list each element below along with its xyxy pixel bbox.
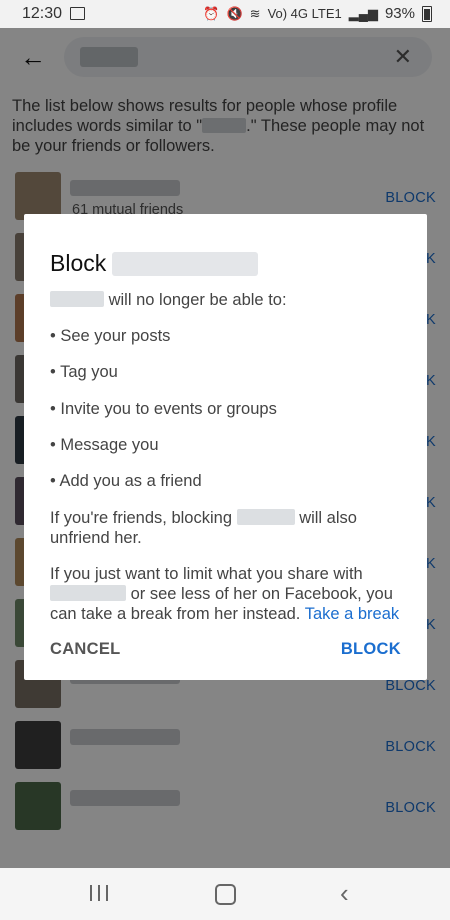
cancel-button[interactable]: CANCEL (50, 640, 121, 659)
bullet-tag-you: • Tag you (50, 363, 118, 381)
block-confirmation-dialog: Block will no longer be able to: • See y… (24, 214, 427, 680)
mute-icon: 🔇 (226, 5, 243, 21)
bullet-see-posts: • See your posts (50, 327, 171, 345)
redacted-name (112, 251, 259, 276)
battery-percent: 93% (384, 5, 415, 22)
take-break-notice: If you just want to limit what you share… (50, 564, 402, 624)
dialog-title-text: Block (50, 250, 107, 276)
unfriend-notice: If you're friends, blocking will also un… (50, 508, 402, 548)
limit-text-start: If you just want to limit what you share… (50, 565, 363, 583)
unfriend-text-start: If you're friends, blocking (50, 509, 232, 527)
status-bar: 12:30 ⏰ 🔇 ≋ Vo) 4G LTE1 ▂▄▆ 93% (0, 0, 450, 28)
wifi-icon: ≋ (249, 5, 261, 21)
dialog-lead-text: will no longer be able to: (108, 291, 287, 309)
picture-notification-icon (70, 7, 85, 20)
dialog-title: Block (50, 250, 259, 277)
status-time: 12:30 (22, 5, 63, 22)
signal-icon: ▂▄▆ (348, 5, 378, 21)
bullet-invite: • Invite you to events or groups (50, 400, 277, 418)
recent-apps-icon[interactable] (90, 885, 108, 901)
bullet-add-friend: • Add you as a friend (50, 472, 202, 490)
confirm-block-button[interactable]: BLOCK (341, 640, 401, 659)
redacted-name (236, 509, 295, 525)
redacted-name (50, 585, 126, 601)
take-a-break-link[interactable]: Take a break (305, 605, 399, 623)
dialog-lead: will no longer be able to: (50, 290, 402, 310)
alarm-icon: ⏰ (203, 5, 220, 21)
battery-icon (422, 5, 432, 22)
network-label: Vo) 4G LTE1 (267, 6, 342, 21)
home-icon[interactable] (215, 884, 236, 905)
android-nav-bar: ‹ (0, 868, 450, 920)
bullet-message: • Message you (50, 436, 159, 454)
status-icons: ⏰ 🔇 ≋ Vo) 4G LTE1 ▂▄▆ 93% (203, 5, 432, 22)
nav-back-icon[interactable]: ‹ (340, 878, 349, 909)
redacted-name (50, 291, 104, 307)
